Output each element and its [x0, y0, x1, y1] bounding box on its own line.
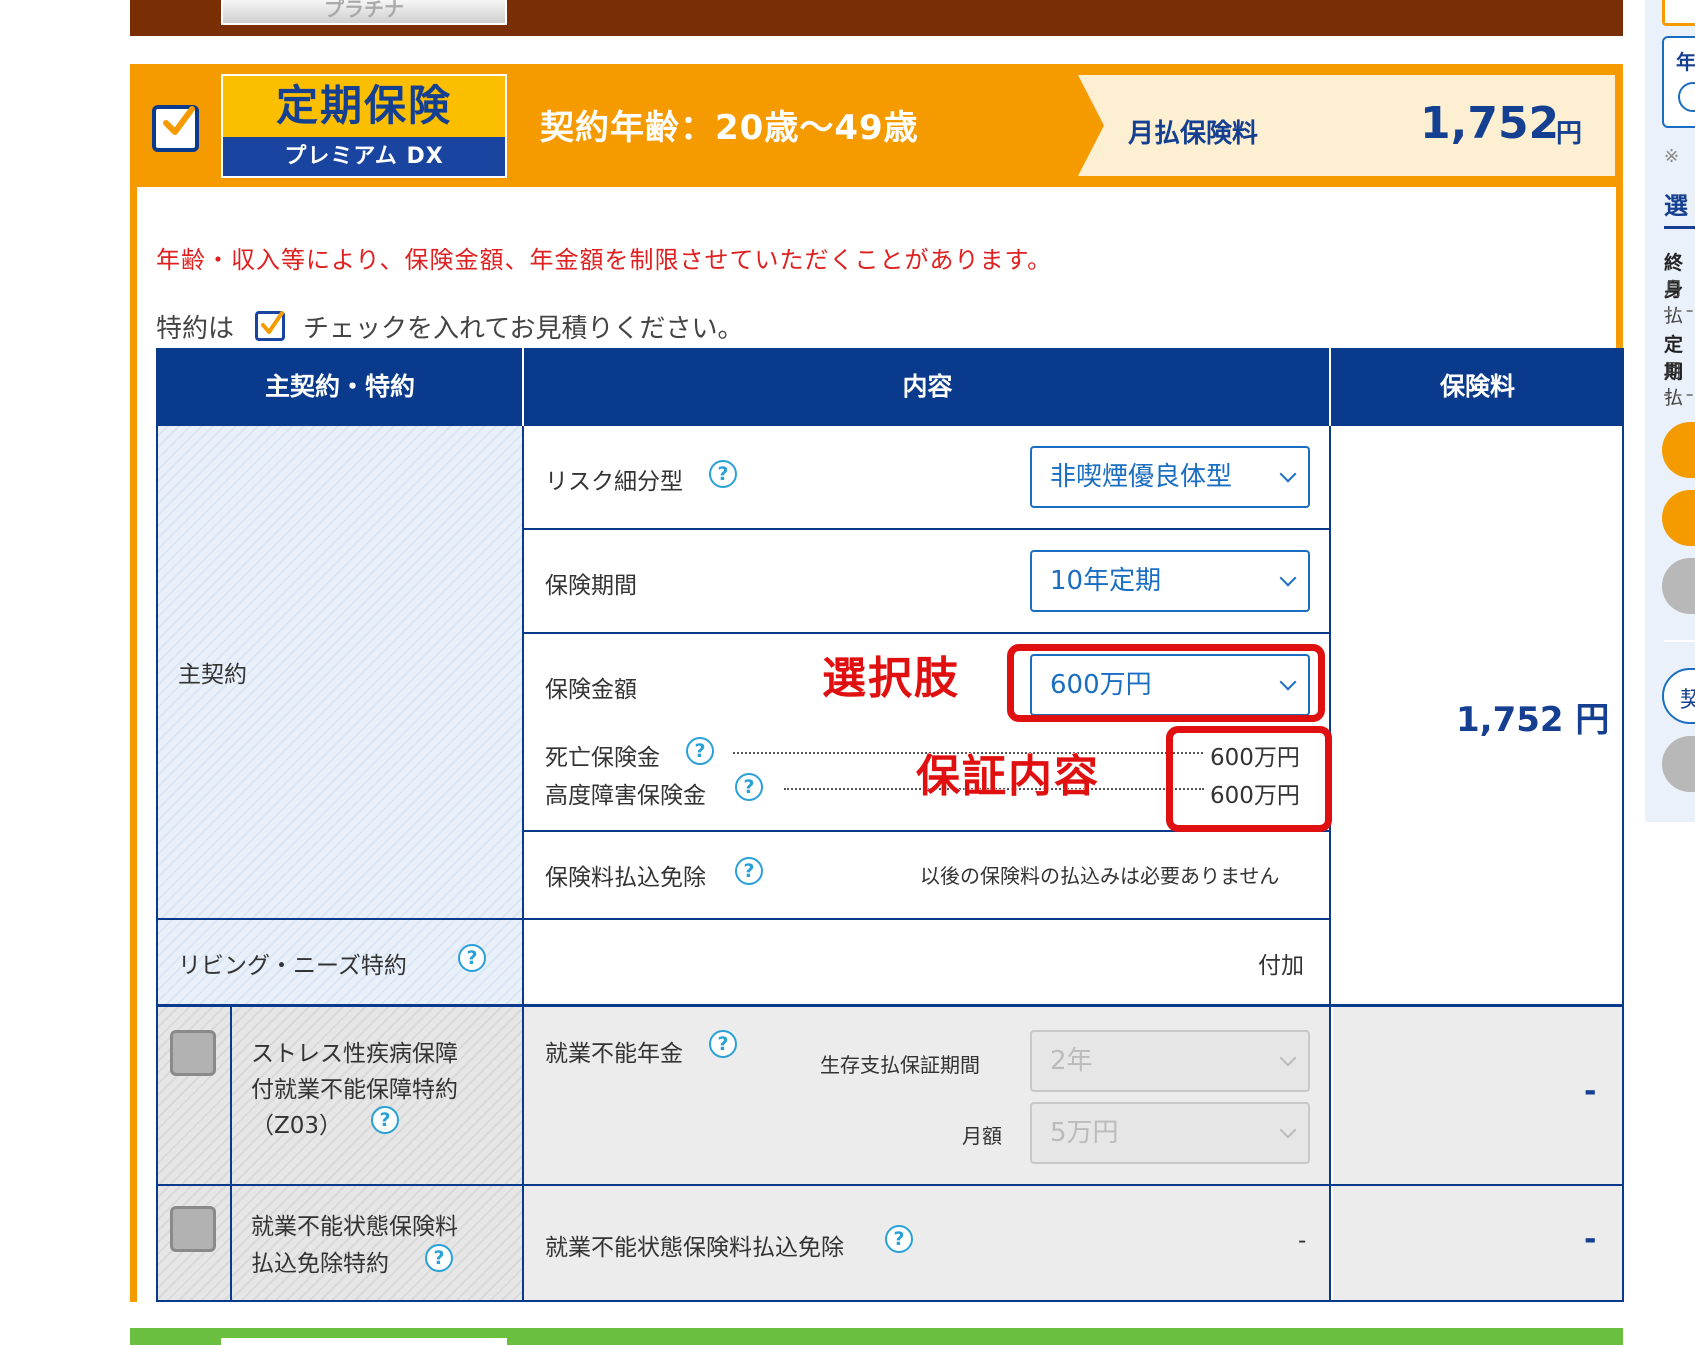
help-icon[interactable]: ?	[371, 1106, 399, 1134]
help-icon[interactable]: ?	[885, 1225, 913, 1253]
monthly-amount-value: 5万円	[1050, 1118, 1119, 1148]
side-divider	[1664, 310, 1695, 312]
guarantee-period-value: 2年	[1050, 1046, 1093, 1076]
chevron-down-icon	[1279, 465, 1297, 483]
living-needs-label: リビング・ニーズ特約	[178, 953, 407, 979]
side-divider	[1664, 394, 1695, 396]
risk-type-label: リスク細分型	[545, 469, 683, 495]
death-benefit-label: 死亡保険金	[545, 745, 660, 771]
amount-label: 保険金額	[545, 677, 637, 703]
grid-line	[156, 918, 1331, 920]
coverage-annotation: 保証内容	[916, 751, 1100, 803]
side-separator	[1664, 640, 1695, 642]
stress-rider-label-1: ストレス性疾病保障	[251, 1041, 458, 1067]
restriction-notice: 年齢・収入等により、保険金額、年金額を制限させていただくことがあります。	[156, 246, 1053, 274]
disability-benefit-label: 高度障害保険金	[545, 783, 706, 809]
stress-rider-premium: -	[1584, 1074, 1597, 1109]
choice-annotation: 選択肢	[822, 653, 960, 705]
stress-rider-label-3: （Z03）	[251, 1113, 343, 1139]
help-icon[interactable]: ?	[709, 1030, 737, 1058]
stress-rider-checkbox[interactable]	[170, 1030, 216, 1076]
choice-highlight-box	[1007, 644, 1325, 722]
waiver-rider-content-label: 就業不能状態保険料払込免除	[545, 1235, 844, 1261]
monthly-amount-label: 月額	[962, 1124, 1002, 1148]
chevron-down-icon	[1279, 1049, 1297, 1067]
side-top-box	[1662, 0, 1695, 26]
header-premium: 保険料	[1331, 348, 1624, 426]
disability-annuity-label: 就業不能年金	[545, 1041, 683, 1067]
guarantee-period-select[interactable]: 2年	[1030, 1030, 1310, 1092]
living-needs-value: 付加	[1258, 953, 1304, 979]
help-icon[interactable]: ?	[709, 460, 737, 488]
period-value: 10年定期	[1050, 566, 1162, 596]
instruction-prefix: 特約は	[156, 314, 235, 344]
grid-line	[1329, 426, 1331, 1302]
plan-logo-subtitle: プレミアム DX	[223, 137, 505, 176]
premium-waiver-label: 保険料払込免除	[545, 865, 706, 891]
previous-plan-logo: プラチナ	[221, 0, 507, 25]
next-plan-logo	[221, 1338, 507, 1345]
main-contract-premium: 1,752 円	[1456, 700, 1610, 740]
help-icon[interactable]: ?	[735, 773, 763, 801]
chevron-down-icon	[1279, 1121, 1297, 1139]
chevron-down-icon	[1279, 569, 1297, 587]
premium-waiver-value: 以後の保険料の払込みは必要ありません	[920, 864, 1280, 888]
risk-type-value: 非喫煙優良体型	[1050, 462, 1233, 492]
grid-line	[230, 1006, 232, 1302]
checkmark-icon	[163, 106, 195, 135]
checkbox-example-icon	[255, 311, 285, 341]
help-icon[interactable]: ?	[735, 857, 763, 885]
instruction-text: チェックを入れてお見積りください。	[303, 314, 744, 344]
monthly-amount-select[interactable]: 5万円	[1030, 1102, 1310, 1164]
premium-label: 月払保険料	[1128, 119, 1259, 149]
side-item-2-sub: 月払	[1664, 360, 1684, 409]
plan-checkbox[interactable]	[152, 105, 199, 152]
header-contract: 主契約・特約	[156, 348, 524, 426]
side-heading: 選	[1664, 192, 1688, 220]
grid-line	[524, 528, 1331, 530]
guarantee-period-label: 生存支払保証期間	[820, 1053, 980, 1077]
side-age-box: 年	[1662, 36, 1695, 128]
stress-rider-label-2: 付就業不能保障特約	[251, 1077, 458, 1103]
help-icon[interactable]: ?	[425, 1244, 453, 1272]
plan-border-left	[130, 187, 137, 1302]
plan-logo-title: 定期保険	[275, 81, 452, 130]
rider-premium-bg	[1333, 1006, 1622, 1300]
premium-unit: 円	[1556, 119, 1583, 149]
waiver-rider-premium: -	[1584, 1222, 1597, 1257]
radio-icon[interactable]	[1678, 82, 1695, 112]
grid-line	[156, 1004, 1624, 1007]
side-note: ※	[1664, 146, 1680, 167]
side-age-label: 年	[1676, 50, 1695, 74]
help-icon[interactable]: ?	[686, 737, 714, 765]
header-divider	[522, 348, 524, 426]
grid-line	[522, 426, 524, 1302]
side-outline-button-label: 契	[1680, 688, 1695, 713]
main-contract-label: 主契約	[178, 662, 247, 688]
header-divider	[1329, 348, 1331, 426]
side-heading-underline	[1664, 226, 1695, 229]
premium-value: 1,752	[1420, 98, 1560, 149]
waiver-rider-label-2: 払込免除特約	[251, 1251, 389, 1277]
contract-age-range: 契約年齢：20歳～49歳	[540, 108, 919, 148]
waiver-rider-content-value: -	[1298, 1228, 1307, 1254]
period-label: 保険期間	[545, 573, 637, 599]
coverage-highlight-box	[1166, 726, 1332, 832]
side-item-1-sub: 月払	[1664, 278, 1684, 327]
waiver-rider-label-1: 就業不能状態保険料	[251, 1214, 458, 1240]
help-icon[interactable]: ?	[458, 944, 486, 972]
risk-type-select[interactable]: 非喫煙優良体型	[1030, 446, 1310, 508]
plan-logo: 定期保険 プレミアム DX	[221, 74, 507, 178]
grid-line	[156, 1184, 1624, 1186]
waiver-rider-checkbox[interactable]	[170, 1206, 216, 1252]
grid-line	[524, 632, 1331, 634]
header-content: 内容	[524, 348, 1331, 426]
period-select[interactable]: 10年定期	[1030, 550, 1310, 612]
